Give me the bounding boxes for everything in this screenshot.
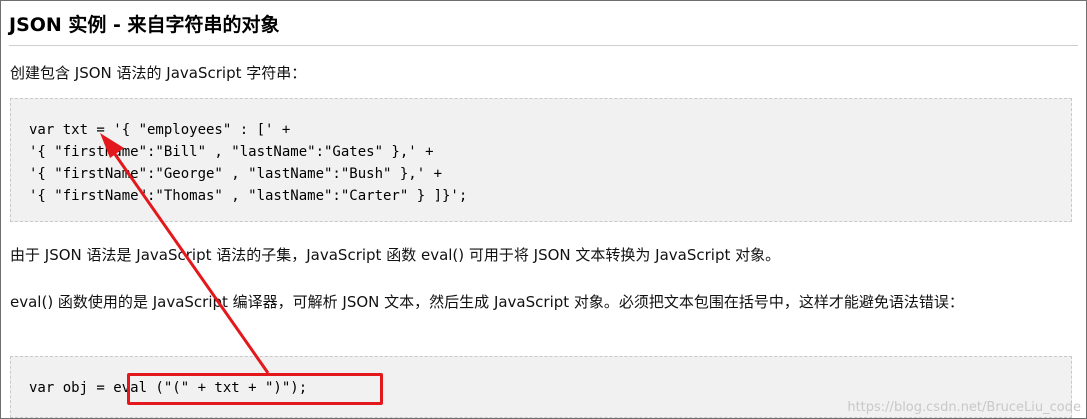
title-divider (9, 45, 1078, 46)
eval-compiler-paragraph: eval() 函数使用的是 JavaScript 编译器，可解析 JSON 文本… (10, 293, 964, 311)
code-line: '{ "firstName":"Thomas" , "lastName":"Ca… (29, 188, 468, 204)
intro-paragraph: 创建包含 JSON 语法的 JavaScript 字符串： (10, 64, 307, 82)
eval-highlight-box (127, 373, 383, 405)
eval-description-paragraph: 由于 JSON 语法是 JavaScript 语法的子集，JavaScript … (10, 246, 781, 264)
watermark: https://blog.csdn.net/BruceLiu_code (847, 400, 1081, 415)
code-line: '{ "firstName":"George" , "lastName":"Bu… (29, 166, 443, 182)
code-line: '{ "firstName":"Bill" , "lastName":"Gate… (29, 144, 434, 160)
section-title: JSON 实例 - 来自字符串的对象 (9, 14, 280, 36)
code-line: var txt = '{ "employees" : [' + (29, 122, 291, 138)
code-block-string: var txt = '{ "employees" : [' + '{ "firs… (10, 98, 1072, 222)
